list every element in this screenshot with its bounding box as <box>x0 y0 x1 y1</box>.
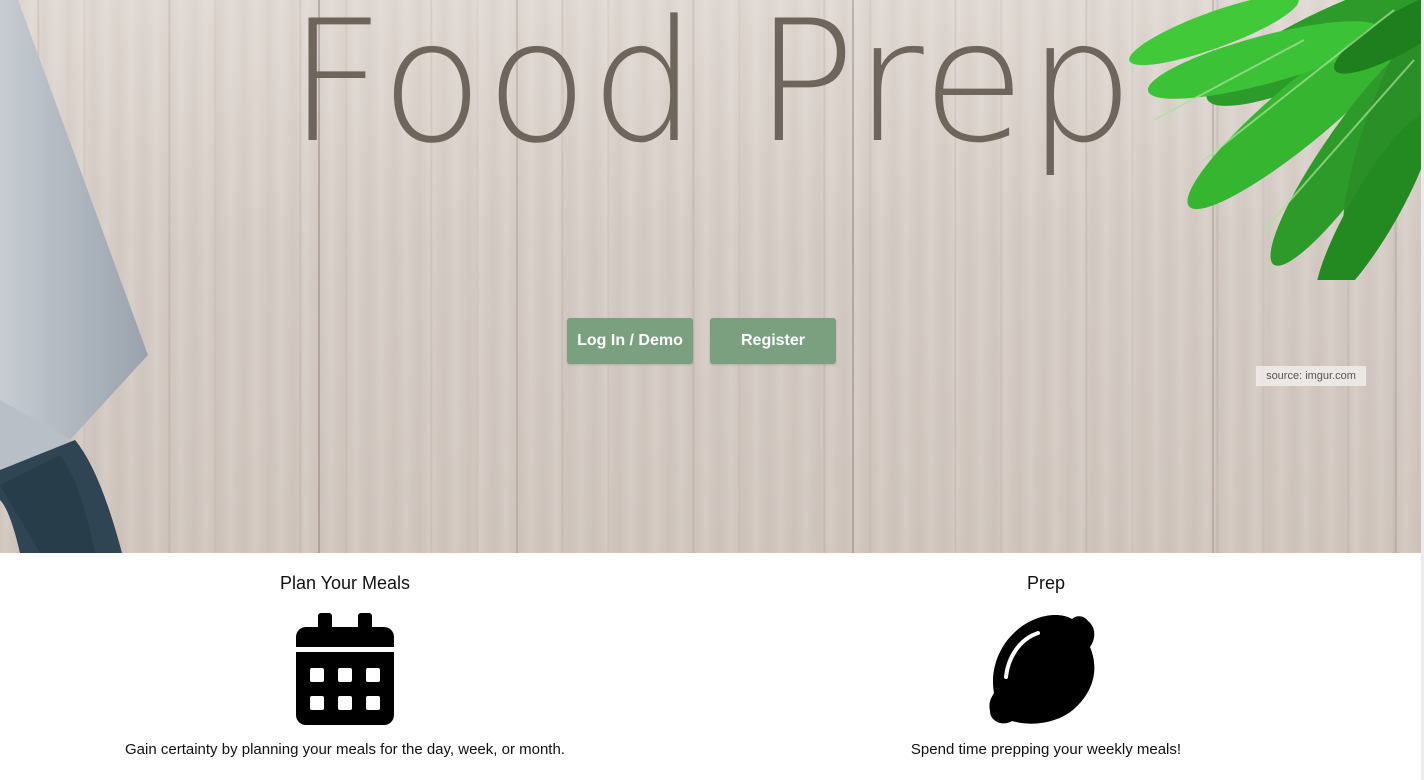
lemon-icon <box>989 615 1095 724</box>
login-demo-button[interactable]: Log In / Demo <box>567 318 693 364</box>
feature-plan-meals: Plan Your Meals Gain certainty by planni… <box>0 553 690 780</box>
register-button[interactable]: Register <box>710 318 836 364</box>
image-source-credit: source: imgur.com <box>1256 366 1366 386</box>
feature-heading: Plan Your Meals <box>279 573 411 593</box>
calendar-icon <box>296 613 394 725</box>
feature-description: Gain certainty by planning your meals fo… <box>125 741 565 758</box>
hero-banner: Food Prep Log In / Demo Register source:… <box>0 0 1424 553</box>
feature-heading: Prep <box>1026 573 1066 593</box>
feature-prep: Prep Spend time prepping your weekly mea… <box>690 553 1402 780</box>
feature-description: Spend time prepping your weekly meals! <box>910 741 1182 758</box>
page-title: Food Prep <box>288 0 1136 180</box>
